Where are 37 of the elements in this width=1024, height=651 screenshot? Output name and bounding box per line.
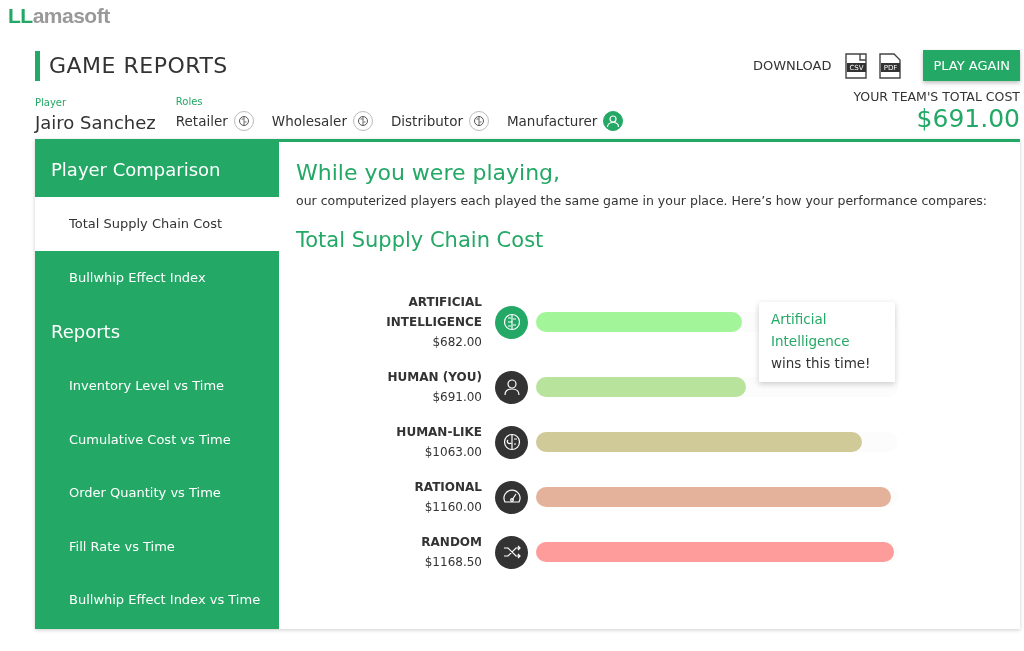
winner-text: wins this time!: [771, 354, 872, 373]
player-cost: $1168.50: [423, 554, 482, 571]
player-name: Jairo Sanchez: [35, 112, 156, 133]
role-name: Distributor: [390, 113, 463, 129]
player-type-name: HUMAN (YOU): [386, 369, 482, 386]
page-title: GAME REPORTS: [35, 50, 228, 81]
sidebar-section-title: Reports: [50, 320, 122, 344]
player-type-name: RATIONAL: [413, 479, 482, 496]
sidebar-item[interactable]: Order Quantity vs Time: [35, 466, 279, 520]
content-heading: While you were playing,: [296, 160, 562, 185]
winner-name: Artificial Intelligence: [771, 310, 851, 351]
role-name: Wholesaler: [271, 113, 347, 129]
player-type-name: RANDOM: [420, 534, 482, 551]
player-type-name: HUMAN-LIKE: [395, 424, 482, 441]
player-type-name: ARTIFICIAL INTELLIGENCE: [385, 294, 482, 331]
player-label: Player: [35, 97, 68, 108]
sidebar-item[interactable]: Inventory Level vs Time: [35, 359, 279, 413]
role-name: Retailer: [175, 113, 228, 129]
download-label: DOWNLOAD: [752, 58, 832, 73]
total-cost-value: $691.00: [915, 104, 1020, 133]
sidebar-item[interactable]: Bullwhip Effect Index: [35, 250, 279, 304]
sidebar-item[interactable]: Cumulative Cost vs Time: [35, 412, 279, 466]
roles-label: Roles: [175, 96, 204, 107]
intro-text: our computerized players each played the same game in your place. Here’s how your performance compares:: [296, 193, 989, 208]
player-cost: $1160.00: [423, 499, 482, 516]
role-name: Manufacturer: [506, 113, 598, 129]
sidebar-item[interactable]: Fill Rate vs Time: [35, 519, 279, 573]
player-cost: $682.00: [431, 334, 482, 351]
chart-title: Total Supply Chain Cost: [296, 228, 545, 252]
player-cost: $691.00: [431, 389, 482, 406]
logo: LLamasoft: [8, 4, 110, 28]
total-cost-label: YOUR TEAM'S TOTAL COST: [853, 89, 1020, 104]
sidebar-item[interactable]: Total Supply Chain Cost: [35, 197, 279, 251]
sidebar-item[interactable]: Bullwhip Effect Index vs Time: [35, 573, 279, 627]
sidebar-section-title: Player Comparison: [50, 158, 222, 182]
player-cost: $1063.00: [423, 444, 482, 461]
play-again-button[interactable]: PLAY AGAIN: [923, 50, 1020, 81]
